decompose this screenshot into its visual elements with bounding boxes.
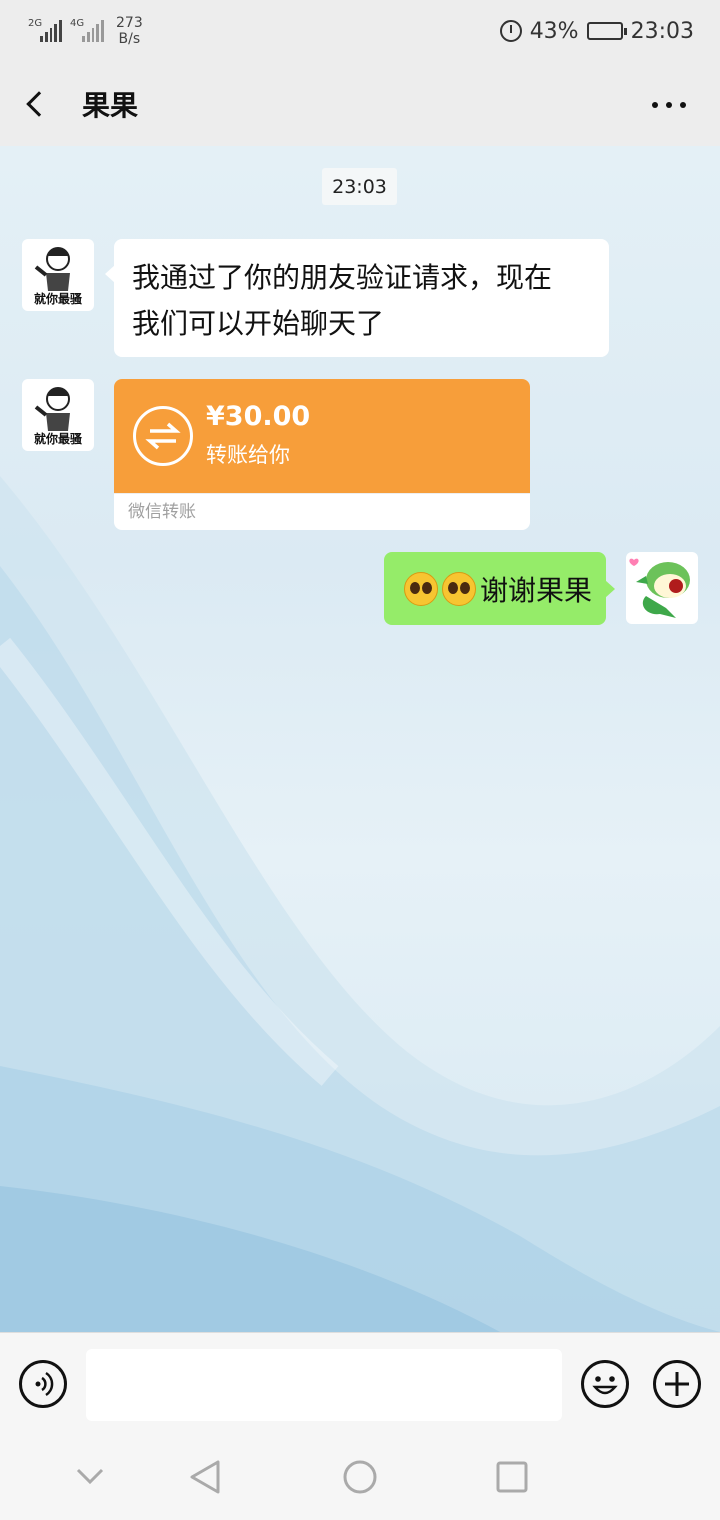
snake-avatar-icon: [629, 558, 690, 618]
contact-avatar[interactable]: 就你最骚: [22, 379, 94, 451]
hide-keyboard-icon[interactable]: [76, 1468, 104, 1485]
input-bar: [0, 1332, 720, 1438]
status-time: 23:03: [630, 18, 694, 44]
transfer-card-body: ¥30.00 转账给你: [114, 379, 530, 493]
battery-percent: 43%: [529, 18, 579, 44]
network-type-label: 4G: [70, 18, 85, 29]
message-text: 谢谢果果: [479, 573, 592, 607]
my-avatar[interactable]: [626, 552, 698, 624]
transfer-arrows-icon: [133, 406, 193, 466]
outgoing-message-bubble[interactable]: 谢谢果果: [383, 552, 616, 625]
status-bar-right: 43% 23:03: [499, 18, 694, 44]
add-more-icon[interactable]: [653, 1360, 701, 1408]
alarm-icon: [499, 20, 522, 42]
battery-icon: [586, 22, 627, 40]
message-input[interactable]: [86, 1349, 562, 1421]
network-speed: 273 B/s: [116, 15, 143, 47]
message-text-line: 我们可以开始聊天了: [132, 307, 385, 340]
contact-avatar[interactable]: 就你最骚: [22, 239, 94, 311]
nav-home-icon[interactable]: [343, 1460, 377, 1494]
status-bar: 2G 4G 273 B/s 43% 23:03: [0, 0, 720, 62]
signal-4g-icon: 4G: [70, 18, 104, 42]
status-bar-left: 2G 4G 273 B/s: [28, 15, 143, 47]
transfer-footer: 微信转账: [114, 493, 530, 530]
pleading-face-emoji-icon: [441, 571, 476, 606]
pleading-face-emoji-icon: [403, 571, 438, 606]
network-speed-value: 273: [116, 15, 143, 31]
nav-recents-icon[interactable]: [496, 1461, 528, 1493]
transfer-card[interactable]: ¥30.00 转账给你 微信转账: [114, 379, 530, 530]
nav-back-icon[interactable]: [190, 1460, 220, 1494]
more-options-icon[interactable]: [652, 102, 686, 108]
timestamp: 23:03: [322, 168, 397, 205]
chat-header: 果果: [0, 62, 720, 146]
avatar-caption: 就你最骚: [33, 432, 82, 446]
voice-input-icon[interactable]: [19, 1360, 67, 1408]
transfer-description: 转账给你: [206, 443, 290, 467]
emoji-picker-icon[interactable]: [581, 1360, 629, 1408]
transfer-amount: ¥30.00: [206, 401, 311, 432]
incoming-message-bubble[interactable]: 我通过了你的朋友验证请求，现在 我们可以开始聊天了: [105, 239, 609, 357]
network-speed-unit: B/s: [118, 31, 141, 47]
network-type-label: 2G: [28, 18, 43, 29]
chat-area[interactable]: 23:03 就你最骚 我通过了你的朋友验证请求，现在 我们可以开始聊天了 就你最…: [0, 146, 720, 1332]
chat-title: 果果: [82, 89, 139, 122]
back-arrow-icon[interactable]: [26, 91, 52, 117]
signal-2g-icon: 2G: [28, 18, 62, 42]
avatar-caption: 就你最骚: [33, 292, 82, 306]
system-navigation-bar: [0, 1438, 720, 1520]
message-text-line: 我通过了你的朋友验证请求，现在: [132, 261, 553, 294]
